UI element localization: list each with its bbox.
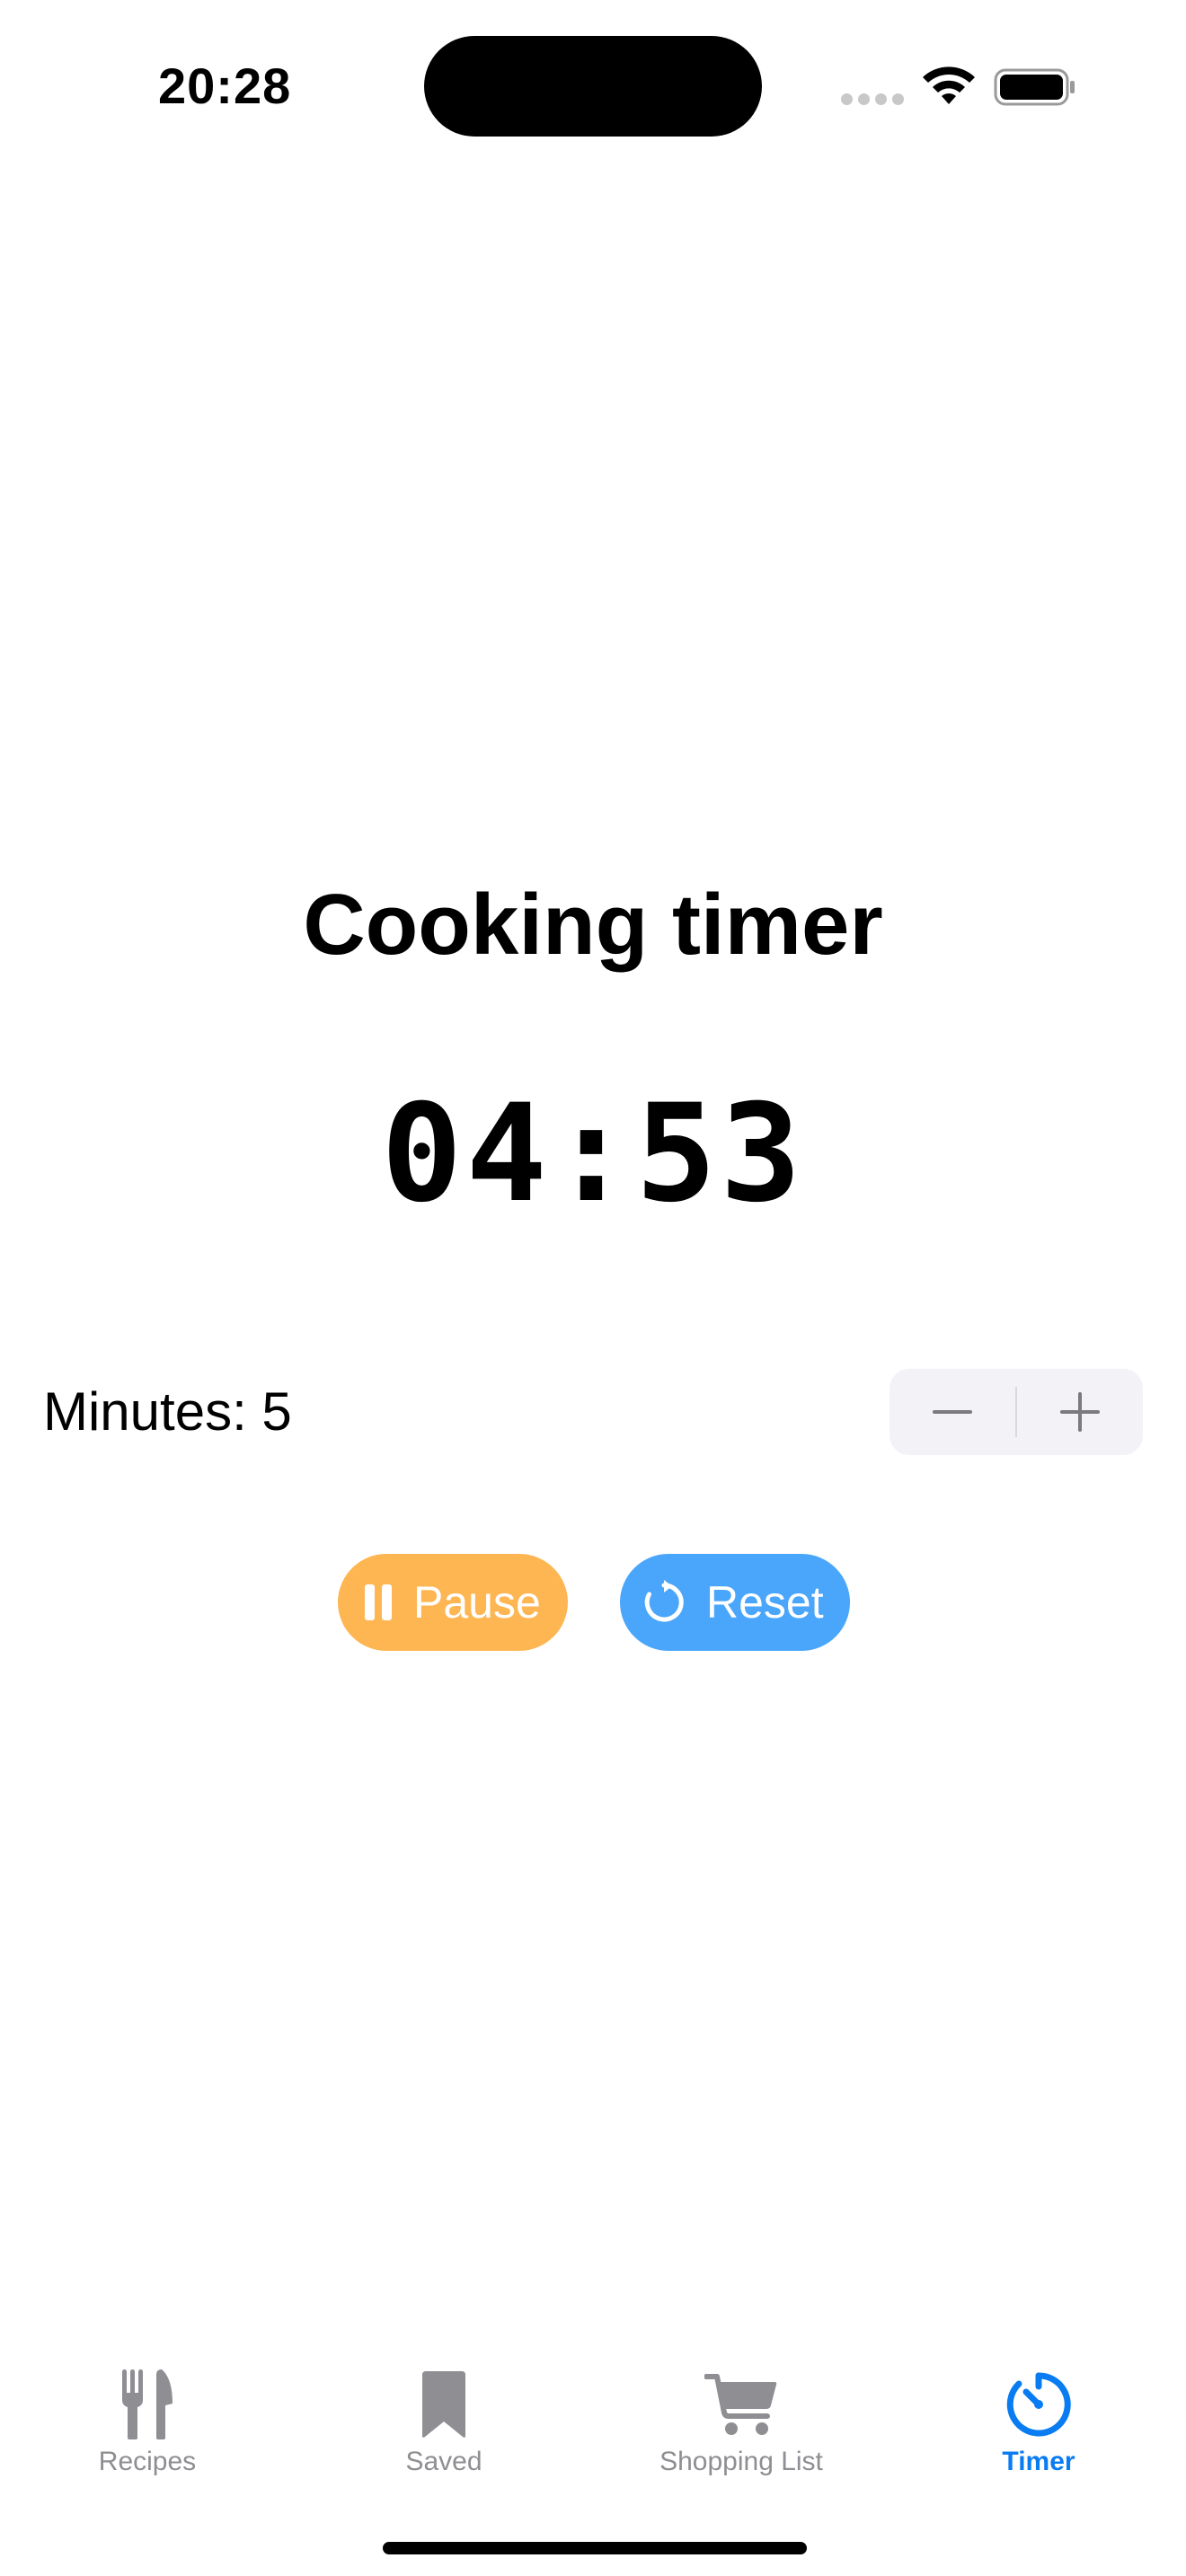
- reset-label: Reset: [706, 1577, 824, 1628]
- tab-label: Recipes: [98, 2447, 197, 2476]
- tab-recipes[interactable]: Recipes: [22, 2344, 273, 2488]
- decrement-button[interactable]: [890, 1369, 1015, 1455]
- wifi-icon: [923, 66, 975, 104]
- timer-countdown: 04:53: [381, 1076, 805, 1232]
- tab-bar: Recipes Saved Shopping List Timer: [0, 2344, 1186, 2506]
- pause-icon: [363, 1584, 394, 1621]
- pause-label: Pause: [413, 1577, 541, 1628]
- tab-timer[interactable]: Timer: [913, 2344, 1164, 2488]
- cart-icon: [615, 2364, 867, 2445]
- plus-icon: [1060, 1392, 1100, 1432]
- minutes-row: Minutes: 5: [43, 1369, 1143, 1455]
- reset-button[interactable]: Reset: [620, 1554, 850, 1651]
- minus-icon: [933, 1410, 972, 1414]
- fork-knife-icon: [22, 2364, 273, 2445]
- minutes-label: Minutes: 5: [43, 1381, 292, 1442]
- tab-label: Shopping List: [659, 2447, 823, 2476]
- reset-icon: [642, 1580, 686, 1625]
- page-title: Cooking timer: [303, 877, 883, 973]
- timer-actions: Pause Reset: [0, 1554, 1186, 1653]
- pause-button[interactable]: Pause: [338, 1554, 568, 1651]
- minutes-stepper[interactable]: [890, 1369, 1143, 1455]
- home-indicator[interactable]: [383, 2542, 807, 2554]
- tab-label: Timer: [1002, 2447, 1075, 2476]
- tab-label: Saved: [405, 2447, 482, 2476]
- status-bar-time: 20:28: [158, 57, 292, 114]
- dynamic-island: [424, 36, 762, 137]
- tab-shopping-list[interactable]: Shopping List: [615, 2344, 867, 2488]
- battery-icon: [994, 68, 1075, 106]
- cellular-signal-icon: [841, 93, 904, 106]
- tab-saved[interactable]: Saved: [318, 2344, 570, 2488]
- bookmark-icon: [318, 2364, 570, 2445]
- increment-button[interactable]: [1017, 1369, 1143, 1455]
- timer-icon: [913, 2364, 1164, 2445]
